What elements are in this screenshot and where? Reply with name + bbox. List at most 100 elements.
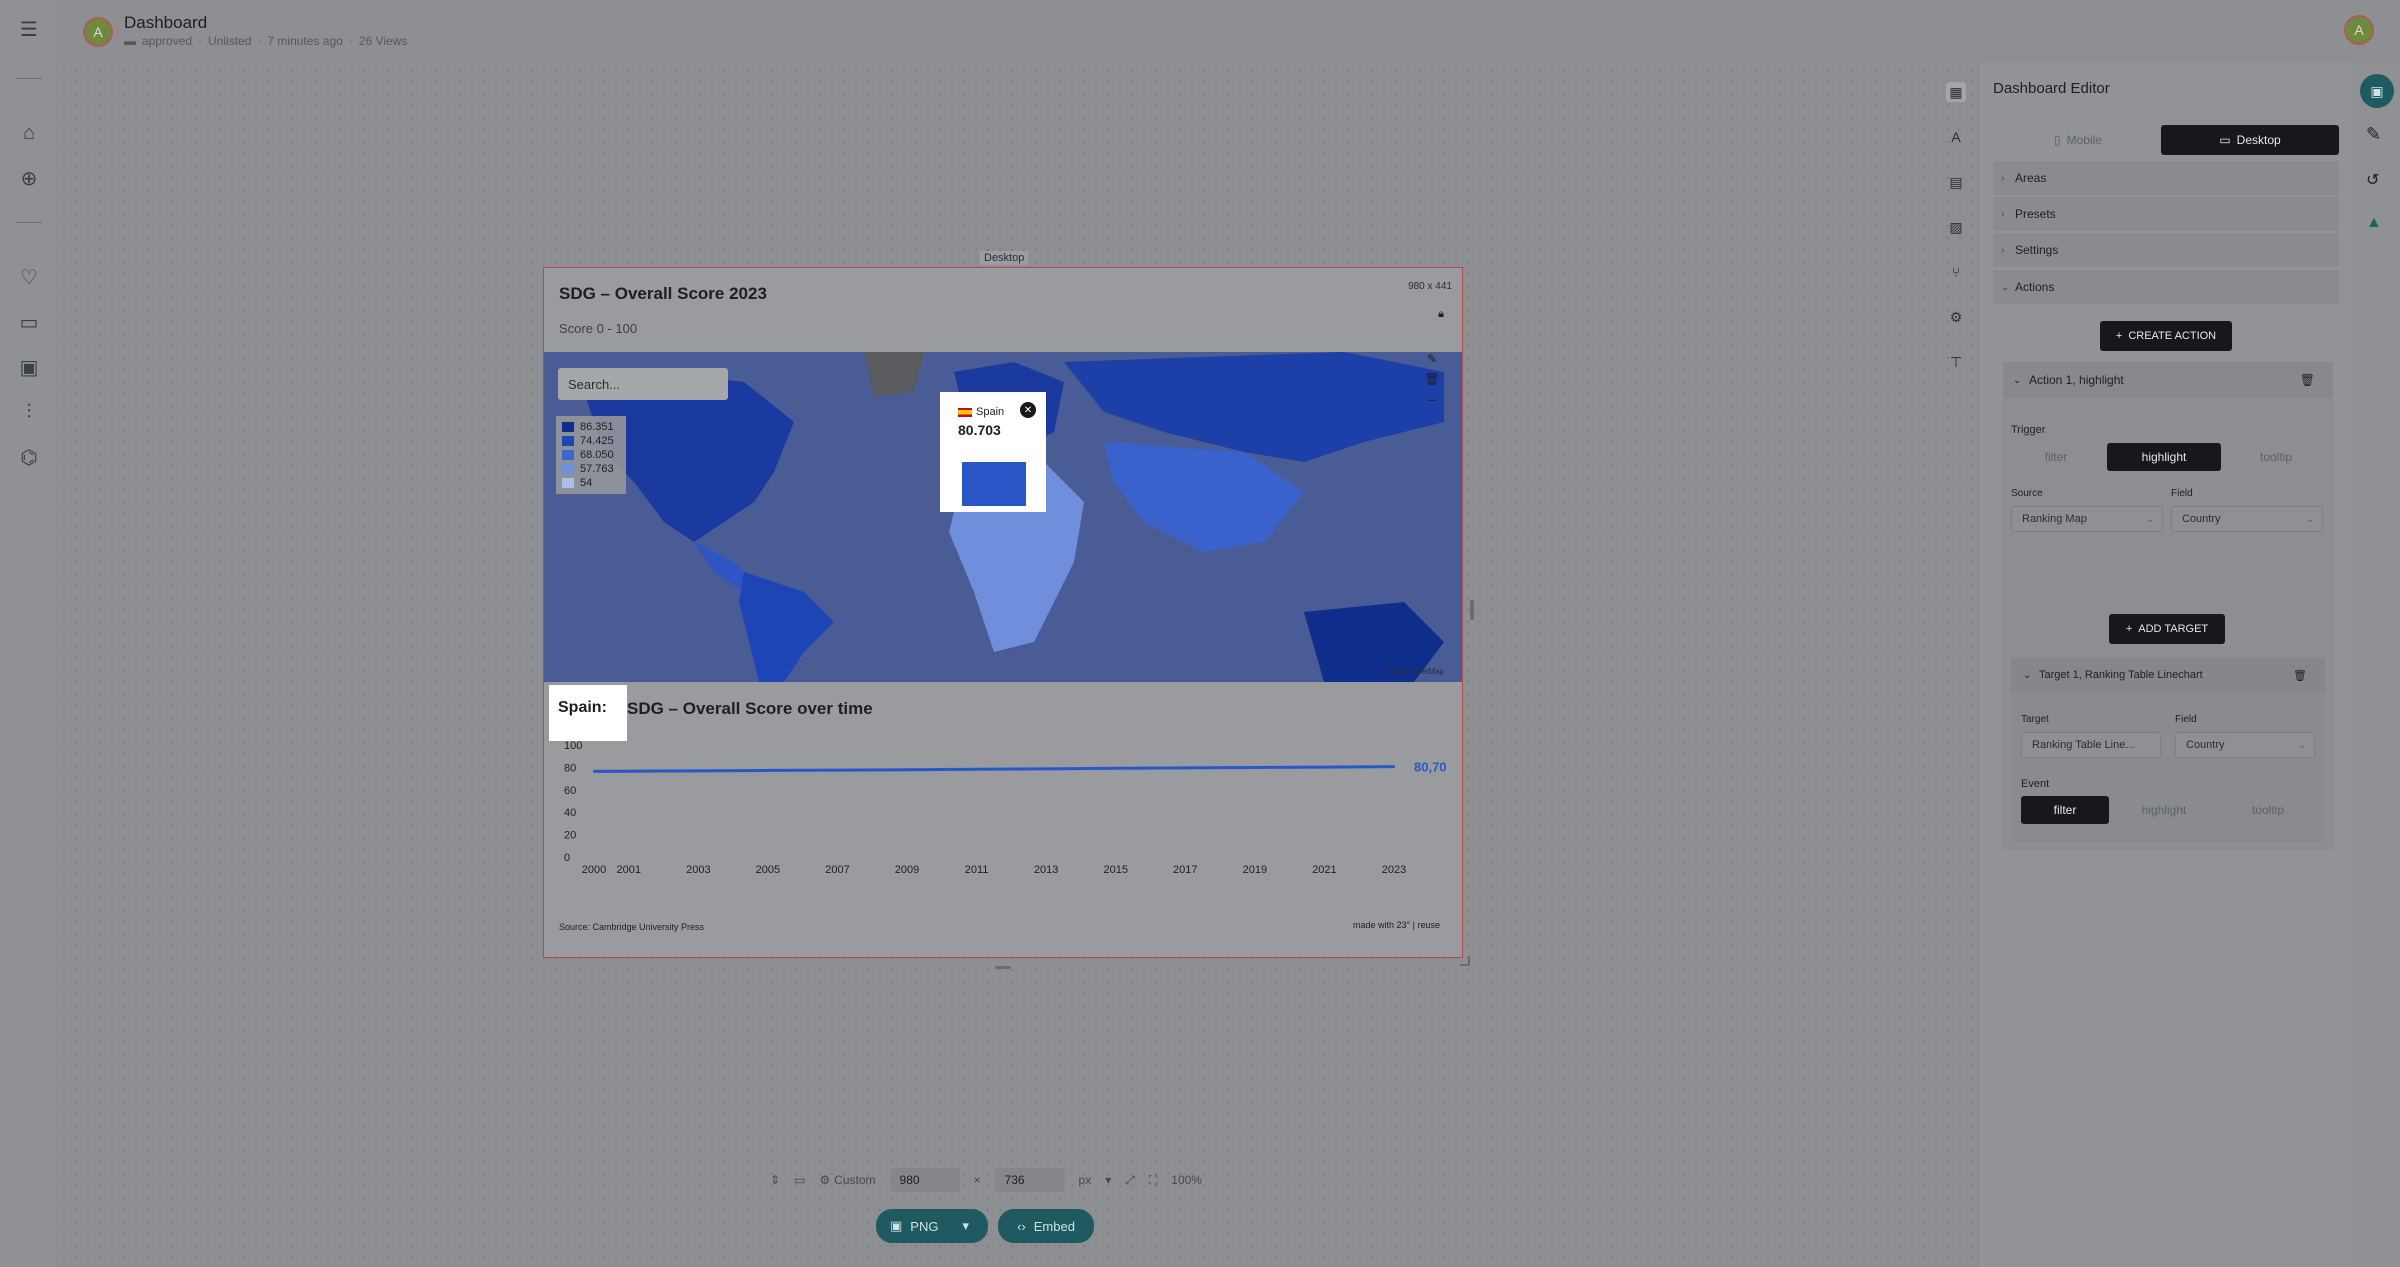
world-map[interactable]: Search... 86.351 74.425 68.050 57.763 54… [544,352,1462,682]
preset-select[interactable]: ⚙ Custom [819,1173,875,1187]
action-header[interactable]: ⌄ Action 1, highlight 🗑︎ [2003,362,2333,398]
resize-handle-right[interactable] [1470,600,1474,620]
trigger-highlight[interactable]: highlight [2107,443,2221,471]
data-point[interactable] [1392,765,1396,768]
section-actions[interactable]: ⌄ Actions [1993,270,2339,304]
map-section[interactable]: SDG – Overall Score 2023 Score 0 - 100 9… [544,268,1462,682]
data-point[interactable] [697,769,700,773]
chevron-down-icon[interactable]: ▾ [962,1218,969,1234]
data-point[interactable] [627,770,630,773]
section-areas[interactable]: › Areas [1993,161,2339,195]
create-action-button[interactable]: + CREATE ACTION [2100,321,2232,351]
made-with-text[interactable]: made with 23° | reuse [1353,920,1440,930]
map-search-input[interactable]: Search... [558,368,728,400]
table-icon[interactable]: ▤ [1946,172,1966,192]
link-icon[interactable]: ⤢ [1125,1173,1135,1188]
event-highlight[interactable]: highlight [2115,796,2213,824]
section-settings[interactable]: › Settings [1993,233,2339,267]
status-text: approved [142,34,193,48]
data-point[interactable] [766,769,770,772]
mobile-icon: ▯ [2054,133,2061,147]
plus-icon: + [2125,623,2133,635]
series-line[interactable] [593,765,1395,773]
trash-icon[interactable]: 🗑︎ [1420,372,1444,392]
edit-icon[interactable]: ✎ [2366,124,2381,145]
png-export-button[interactable]: ▣ PNG ▾ [876,1209,988,1243]
menu-icon[interactable]: ☰ [16,16,42,42]
heart-icon[interactable]: ♡ [16,264,42,290]
tab-desktop[interactable]: ▭ Desktop [2161,125,2339,155]
image-icon[interactable]: ▣ [16,354,42,380]
x-tick-label: 2001 [617,864,641,876]
data-point[interactable] [836,768,839,772]
resize-handle-corner[interactable] [1460,956,1470,966]
field-select[interactable]: Country ⌄ [2171,506,2323,532]
legend-item: 57.763 [562,462,620,476]
zoom-out-icon[interactable]: − [1420,392,1444,412]
unit-select[interactable]: px [1079,1173,1092,1187]
fit-icon[interactable]: ⛶ [1149,1173,1157,1188]
event-tooltip[interactable]: tooltip [2219,796,2317,824]
folder-icon[interactable]: ▭ [16,309,42,335]
settings-icon[interactable]: ⚙ [1946,307,1966,327]
trigger-tooltip[interactable]: tooltip [2227,443,2325,471]
text-icon[interactable]: A [1946,127,1966,147]
line-chart[interactable]: 0 20 40 60 80 100 2000 2001 2003 2005 2007 2009 2011… [544,737,1462,887]
data-point[interactable] [905,768,909,771]
media-icon[interactable]: ▨ [1946,217,1966,237]
data-point[interactable] [1114,767,1117,770]
viewport-label: Desktop [980,251,1029,265]
target-select[interactable]: Ranking Table Line... [2021,732,2161,758]
zoom-level[interactable]: 100% [1171,1173,1202,1187]
data-point[interactable] [592,770,596,773]
chevron-down-icon: ⌄ [2023,669,2032,681]
event-filter[interactable]: filter [2021,796,2109,824]
data-point[interactable] [975,768,978,771]
plus-icon: + [2115,330,2123,342]
source-select[interactable]: Ranking Map ⌄ [2011,506,2163,532]
trash-icon[interactable]: 🗑︎ [2293,669,2307,682]
height-input[interactable]: 736 [994,1168,1065,1192]
pencil-icon[interactable]: ✎ [1420,352,1444,372]
data-point[interactable] [1253,766,1257,769]
target-field-select[interactable]: Country ⌄ [2175,732,2315,758]
size-toolbar: ⇕ ▭ ⚙ Custom 980 × 736 px ▾ ⤢ ⛶ 100% [770,1168,1202,1192]
y-tick-label: 100 [564,740,582,752]
chevron-down-icon: ⌄ [2298,739,2306,750]
embed-button[interactable]: ‹› Embed [998,1209,1094,1243]
device-icon[interactable]: ▭ [794,1173,805,1187]
rotate-icon[interactable]: ⇕ [770,1173,780,1187]
spain-highlight[interactable]: Spain 80.703 ✕ [940,392,1046,512]
close-icon[interactable]: ✕ [1020,402,1036,418]
chevron-down-icon[interactable]: ▾ [1105,1173,1111,1187]
target-header[interactable]: ⌄ Target 1, Ranking Table Linechart 🗑︎ [2011,658,2325,692]
branch-icon[interactable]: ⑂ [1946,262,1966,282]
add-circle-icon[interactable]: ⊕ [16,165,42,191]
undo-icon[interactable]: ↺ [2366,170,2379,190]
x-tick-label: 2021 [1312,864,1336,876]
section-presets[interactable]: › Presets [1993,197,2339,231]
resize-handle-bottom[interactable] [995,966,1011,969]
add-target-button[interactable]: + ADD TARGET [2109,614,2225,644]
lock-icon[interactable]: 🔒︎ [1438,308,1444,321]
trash-icon[interactable]: 🗑︎ [2300,373,2315,387]
save-icon[interactable]: ▣ [2360,74,2394,108]
line-section[interactable]: Spain: SDG – Overall Score over time 0 20… [544,682,1462,958]
paint-roller-icon[interactable]: ⊤ [1946,352,1966,372]
graduation-cap-icon[interactable]: ⌬ [16,444,42,470]
home-icon[interactable]: ⌂ [16,120,42,146]
user-avatar[interactable]: A [2344,15,2374,45]
dashboard-card[interactable]: SDG – Overall Score 2023 Score 0 - 100 9… [543,267,1463,958]
data-point[interactable] [1323,765,1326,769]
tooltip-value: 80.703 [958,422,1001,438]
layout-icon[interactable]: ▦ [1946,82,1966,102]
highlight-label: Spain: [558,699,607,716]
tab-mobile[interactable]: ▯ Mobile [2003,126,2153,154]
trigger-filter[interactable]: filter [2011,443,2101,471]
width-input[interactable]: 980 [889,1168,960,1192]
data-point[interactable] [1044,767,1048,771]
size-badge: 980 x 441 [1408,281,1452,292]
app-logo-icon[interactable]: ▲ [2366,214,2382,232]
data-point[interactable] [1184,766,1187,770]
sliders-icon[interactable]: ⫶ [16,399,42,425]
